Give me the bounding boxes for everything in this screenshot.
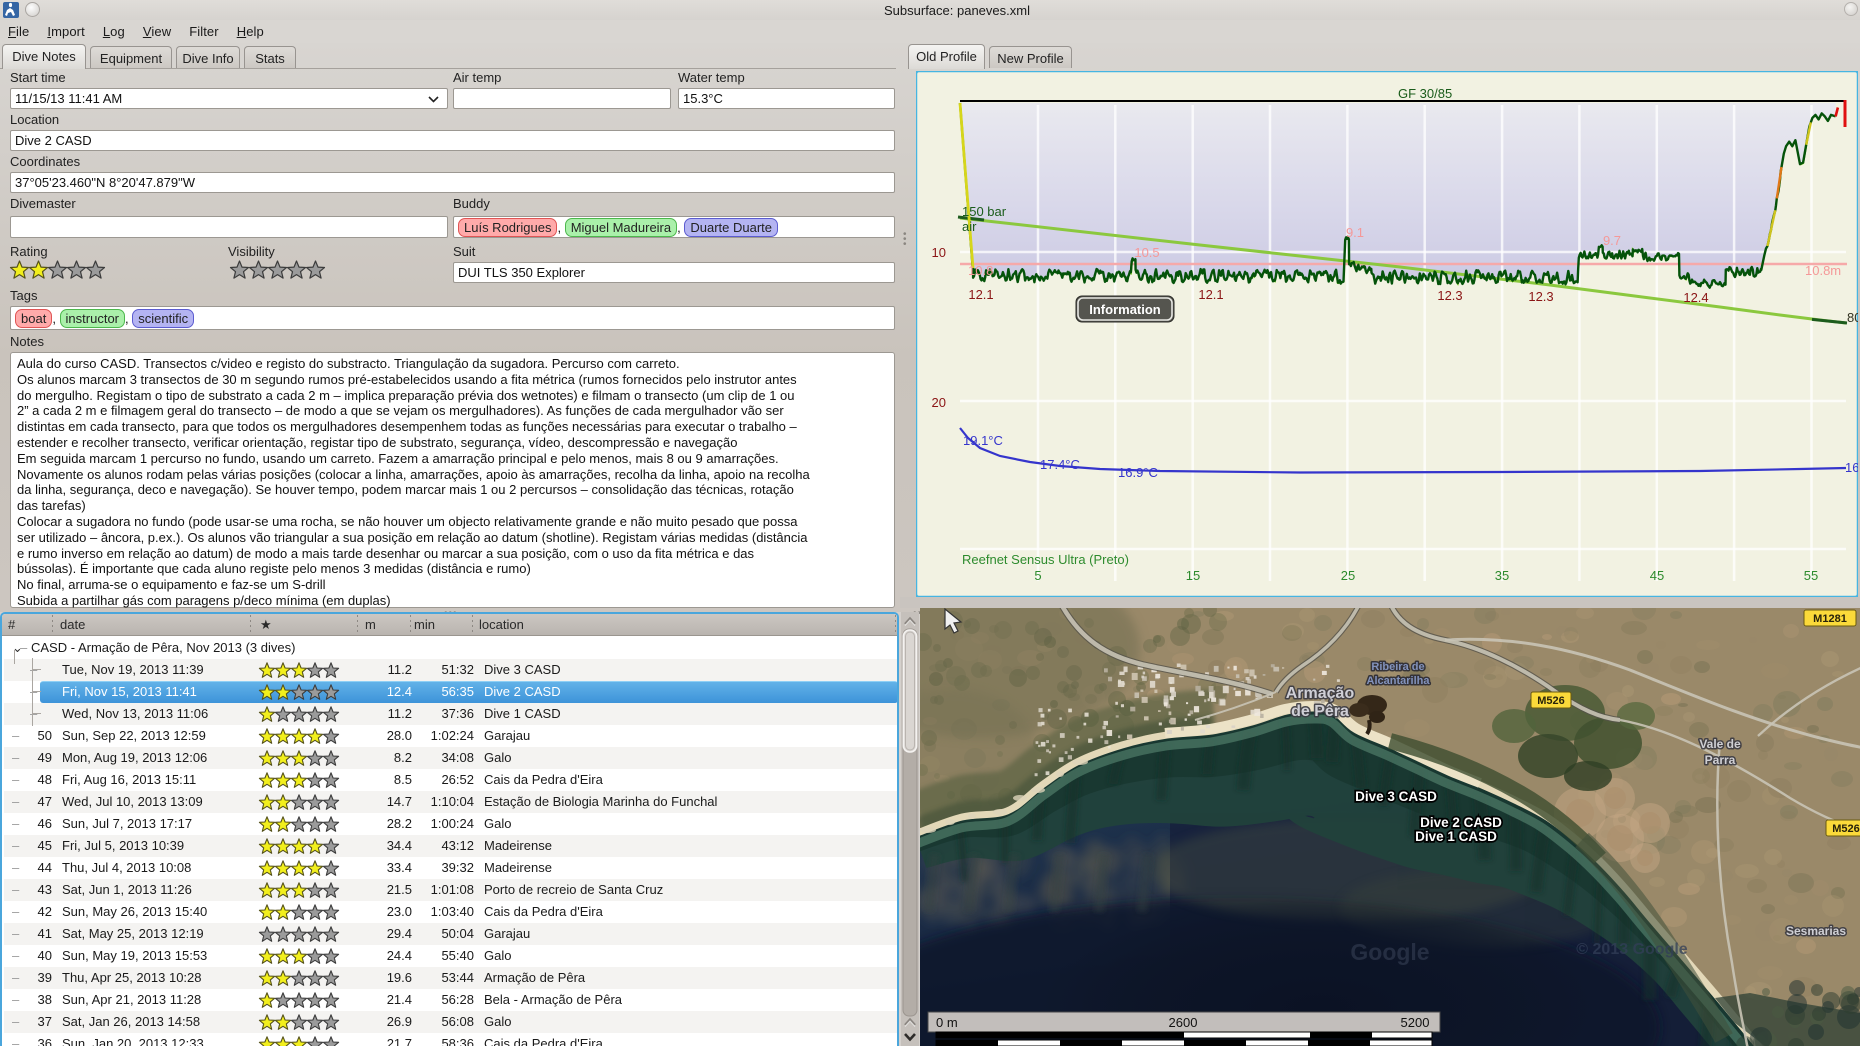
svg-text:© 2013 Google: © 2013 Google [1576, 941, 1687, 958]
svg-text:Dive 3 CASD: Dive 3 CASD [1355, 789, 1437, 804]
svg-text:16.9°C: 16.9°C [1118, 465, 1158, 480]
svg-text:2600: 2600 [1169, 1015, 1198, 1030]
svg-text:Sesmarias: Sesmarias [1786, 924, 1846, 938]
svg-text:Dive 2 CASD: Dive 2 CASD [1420, 815, 1502, 830]
svg-text:9.1: 9.1 [1346, 225, 1364, 240]
svg-text:M526: M526 [1832, 823, 1860, 835]
svg-text:Vale de: Vale de [1699, 737, 1741, 751]
svg-text:80: 80 [1847, 310, 1858, 325]
svg-text:M526: M526 [1537, 695, 1565, 707]
svg-text:5200: 5200 [1401, 1015, 1430, 1030]
svg-text:17.4°C: 17.4°C [1040, 457, 1080, 472]
svg-text:10: 10 [932, 245, 946, 260]
svg-text:Reefnet Sensus Ultra (Preto): Reefnet Sensus Ultra (Preto) [962, 552, 1129, 567]
svg-text:GF 30/85: GF 30/85 [1398, 86, 1452, 101]
svg-text:12.1: 12.1 [1198, 287, 1223, 302]
svg-text:Dive 1 CASD: Dive 1 CASD [1415, 829, 1497, 844]
svg-text:19.1°C: 19.1°C [963, 433, 1003, 448]
svg-text:15: 15 [1186, 568, 1200, 583]
svg-text:45: 45 [1650, 568, 1664, 583]
svg-text:Information: Information [1089, 302, 1161, 317]
svg-text:35: 35 [1495, 568, 1509, 583]
svg-text:10.8: 10.8 [968, 263, 993, 278]
svg-text:12.3: 12.3 [1528, 289, 1553, 304]
svg-text:Armação: Armação [1286, 685, 1355, 702]
svg-text:air: air [962, 219, 977, 234]
svg-text:150 bar: 150 bar [962, 204, 1007, 219]
svg-text:de Pêra: de Pêra [1291, 703, 1349, 720]
svg-text:M1281: M1281 [1813, 613, 1847, 625]
svg-text:20: 20 [932, 395, 946, 410]
svg-text:25: 25 [1341, 568, 1355, 583]
svg-text:10.8m: 10.8m [1805, 263, 1841, 278]
svg-text:16: 16 [1845, 460, 1858, 475]
svg-text:12.3: 12.3 [1437, 288, 1462, 303]
svg-text:Ribeira de: Ribeira de [1371, 661, 1424, 673]
svg-text:10.5: 10.5 [1134, 245, 1159, 260]
svg-text:0 m: 0 m [936, 1015, 958, 1030]
svg-text:5: 5 [1034, 568, 1041, 583]
svg-text:Google: Google [1350, 939, 1429, 965]
svg-text:Alcantarilha: Alcantarilha [1367, 675, 1431, 687]
svg-text:12.4: 12.4 [1683, 290, 1708, 305]
svg-text:9.7: 9.7 [1603, 233, 1621, 248]
svg-text:Parra: Parra [1705, 753, 1736, 767]
svg-text:55: 55 [1804, 568, 1818, 583]
svg-text:12.1: 12.1 [968, 287, 993, 302]
